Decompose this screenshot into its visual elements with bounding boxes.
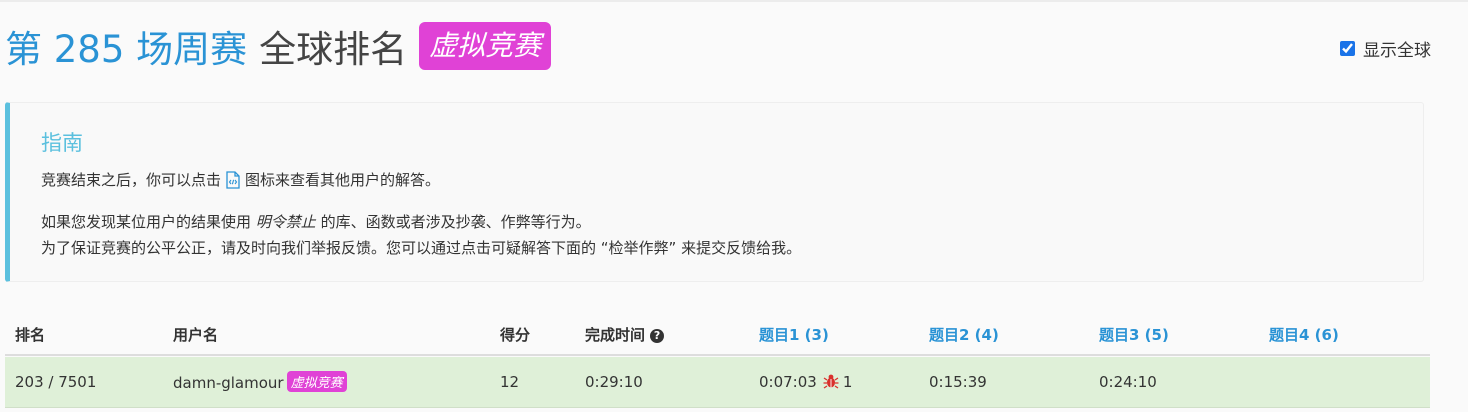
show-global-label: 显示全球 [1363, 41, 1431, 61]
col-problem-1-header[interactable]: 题目1 (3) [759, 324, 829, 345]
guide-line-1-after: 图标来查看其他用户的解答。 [245, 171, 441, 189]
col-rank-header: 排名 [15, 326, 46, 344]
contest-title-link[interactable]: 第 285 场周赛 [5, 19, 247, 73]
col-score-header: 得分 [500, 326, 531, 344]
username-link[interactable]: damn-glamour [173, 374, 284, 392]
guide-line-1-before: 竞赛结束之后，你可以点击 [41, 171, 222, 189]
cell-score: 12 [500, 373, 520, 391]
guide-line-2: 如果您发现某位用户的结果使用 明令禁止 的库、函数或者涉及抄袭、作弊等行为。 [41, 211, 591, 232]
cell-problem-3[interactable]: 0:24:10 [1099, 373, 1157, 391]
guide-line-3: 为了保证竞赛的公平公正，请及时向我们举报反馈。您可以通过点击可疑解答下面的 “检… [41, 239, 802, 257]
cell-rank: 203 / 7501 [15, 373, 97, 391]
show-global-toggle[interactable]: 显示全球 [1340, 36, 1431, 61]
table-row: 203 / 7501 damn-glamour 虚拟竞赛 12 0:29:10 0… [5, 357, 1430, 408]
guide-line-2-before: 如果您发现某位用户的结果使用 [41, 213, 256, 231]
top-border [0, 0, 1468, 2]
forbidden-emphasis: 明令禁止 [255, 213, 316, 231]
col-username-header: 用户名 [173, 326, 219, 344]
page-header: 第 285 场周赛 全球排名 虚拟竞赛 [5, 18, 552, 74]
bug-icon [823, 374, 839, 389]
cell-problem-2[interactable]: 0:15:39 [929, 373, 987, 391]
guide-line-2-after: 的库、函数或者涉及抄袭、作弊等行为。 [315, 213, 591, 231]
user-virtual-badge: 虚拟竞赛 [286, 371, 347, 392]
guide-line-1: 竞赛结束之后，你可以点击 图标来查看其他用户的解答。 [41, 169, 440, 190]
col-problem-2-header[interactable]: 题目2 (4) [929, 324, 999, 345]
guide-panel: 指南 竞赛结束之后，你可以点击 图标来查看其他用户的解答。 如果您发现某位用户的… [5, 102, 1424, 282]
col-problem-3-header[interactable]: 题目3 (5) [1099, 324, 1169, 345]
problem-1-wrong-count: 1 [842, 373, 853, 391]
col-finish-time-label: 完成时间 [585, 326, 646, 344]
question-circle-icon[interactable]: ? [650, 329, 665, 343]
cell-problem-1: 0:07:03 1 [759, 373, 852, 391]
page-title: 全球排名 [259, 28, 408, 71]
virtual-contest-badge: 虚拟竞赛 [419, 22, 552, 70]
col-finish-time-header: 完成时间? [585, 324, 665, 345]
cell-finish-time: 0:29:10 [585, 373, 643, 391]
code-file-icon [226, 170, 240, 189]
ranking-table-header: 排名 用户名 得分 完成时间? 题目1 (3) 题目2 (4) 题目3 (5) … [5, 312, 1430, 356]
problem-1-time[interactable]: 0:07:03 [759, 373, 817, 391]
show-global-checkbox[interactable] [1340, 41, 1355, 56]
col-problem-4-header[interactable]: 题目4 (6) [1269, 324, 1339, 345]
guide-title: 指南 [41, 131, 83, 155]
cell-username: damn-glamour 虚拟竞赛 [173, 371, 347, 392]
